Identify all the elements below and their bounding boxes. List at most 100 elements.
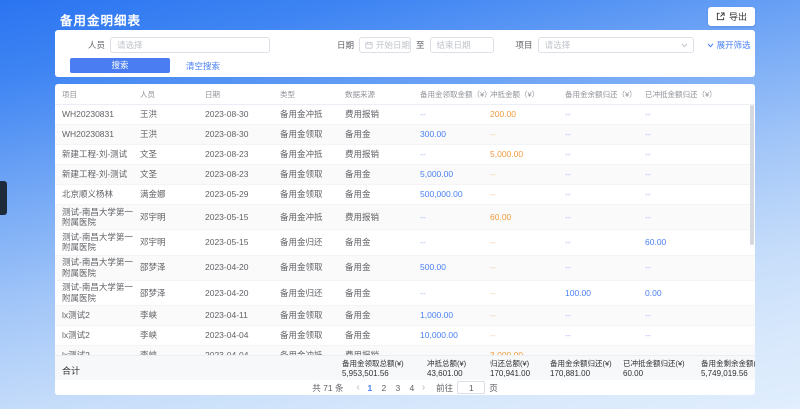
page-number-4[interactable]: 4 xyxy=(405,383,419,393)
cell-project: 测试-南昌大学第一附属医院 xyxy=(62,281,140,305)
cell-amount: -- xyxy=(420,236,490,250)
date-end-input[interactable]: 结束日期 xyxy=(430,37,494,53)
summary-item: 冲抵总额(¥)43,601.00 xyxy=(427,359,490,379)
project-label: 项目 xyxy=(516,39,533,51)
chevron-down-icon xyxy=(681,43,688,48)
cell-offset: -- xyxy=(490,128,565,142)
cell-date: 2023-08-30 xyxy=(205,128,280,142)
cell-offset_return: -- xyxy=(645,210,755,224)
table-row: lx测试2李峡2023-04-04备用金领取备用金10,000.00------ xyxy=(55,326,755,346)
cell-amount: -- xyxy=(420,148,490,162)
cell-source: 费用报销 xyxy=(345,210,420,224)
cell-balance_return: -- xyxy=(565,128,645,142)
cell-type: 备用金领取 xyxy=(280,188,345,202)
expand-filter-link[interactable]: 展开筛选 xyxy=(707,39,751,51)
cell-type: 备用金归还 xyxy=(280,286,345,300)
table-header-row: 项目人员日期类型数据来源备用金领取金额（¥）冲抵金额（¥）备用金余额归还（¥）已… xyxy=(55,84,755,105)
cell-source: 备用金 xyxy=(345,128,420,142)
column-header: 冲抵金额（¥） xyxy=(490,89,565,100)
export-button[interactable]: 导出 xyxy=(708,7,755,26)
cell-offset_return: -- xyxy=(645,108,755,122)
table-row: WH20230831王洪2023-08-30备用金冲抵费用报销--200.00-… xyxy=(55,105,755,125)
cell-amount: 500,000.00 xyxy=(420,188,490,202)
reserve-fund-table-card: 项目人员日期类型数据来源备用金领取金额（¥）冲抵金额（¥）备用金余额归还（¥）已… xyxy=(55,84,755,395)
pagination-total: 共 71 条 xyxy=(312,382,343,394)
summary-item: 备用金领取总额(¥)5,953,501.56 xyxy=(342,359,427,379)
cell-source: 备用金 xyxy=(345,329,420,343)
cell-person: 文圣 xyxy=(140,168,205,182)
date-start-input[interactable]: 开始日期 xyxy=(359,37,411,53)
cell-offset_return: -- xyxy=(645,188,755,202)
person-select-placeholder: 请选择 xyxy=(111,39,143,51)
cell-project: 北京顺义杨林 xyxy=(62,188,140,202)
cell-type: 备用金冲抵 xyxy=(280,148,345,162)
column-header: 人员 xyxy=(140,89,205,100)
search-button[interactable]: 搜索 xyxy=(70,58,170,73)
next-page-button[interactable]: › xyxy=(422,383,425,393)
cell-type: 备用金领取 xyxy=(280,168,345,182)
page-unit-label: 页 xyxy=(489,382,498,394)
clear-search-link[interactable]: 清空搜索 xyxy=(186,60,220,72)
date-start-placeholder: 开始日期 xyxy=(373,39,410,51)
cell-type: 备用金冲抵 xyxy=(280,108,345,122)
cell-person: 满金娜 xyxy=(140,188,205,202)
column-header: 项目 xyxy=(62,89,140,100)
cell-type: 备用金领取 xyxy=(280,261,345,275)
cell-offset: 60.00 xyxy=(490,210,565,224)
date-label: 日期 xyxy=(337,39,354,51)
date-end-placeholder: 结束日期 xyxy=(431,39,471,51)
table-scrollbar[interactable] xyxy=(750,105,754,355)
cell-offset_return: -- xyxy=(645,261,755,275)
page-number-1[interactable]: 1 xyxy=(363,383,377,393)
summary-total-label: 合计 xyxy=(62,364,80,377)
cell-project: WH20230831 xyxy=(62,128,140,142)
project-select-placeholder: 请选择 xyxy=(539,39,571,51)
cell-balance_return: 100.00 xyxy=(565,286,645,300)
cell-offset: -- xyxy=(490,329,565,343)
prev-page-button[interactable]: ‹ xyxy=(356,383,359,393)
cell-date: 2023-04-20 xyxy=(205,261,280,275)
person-select[interactable]: 请选择 xyxy=(110,37,270,53)
cell-amount: 10,000.00 xyxy=(420,329,490,343)
person-label: 人员 xyxy=(88,39,105,51)
cell-offset: -- xyxy=(490,168,565,182)
column-header: 备用金余额归还（¥） xyxy=(565,89,645,100)
table-row: 测试-南昌大学第一附属医院邓宇明2023-05-15备用金归还备用金------… xyxy=(55,230,755,255)
cell-balance_return: -- xyxy=(565,188,645,202)
cell-offset_return: -- xyxy=(645,128,755,142)
page-number-3[interactable]: 3 xyxy=(391,383,405,393)
summary-item: 备用金余额归还(¥)170,881.00 xyxy=(550,359,623,379)
cell-date: 2023-08-23 xyxy=(205,168,280,182)
summary-item: 已冲抵金额归还(¥)60.00 xyxy=(623,359,701,379)
column-header: 类型 xyxy=(280,89,345,100)
filter-panel: 人员 请选择 日期 开始日期 至 结束日期 项目 请选择 展开筛选 xyxy=(55,30,755,77)
drawer-handle[interactable] xyxy=(0,181,7,215)
cell-person: 李峡 xyxy=(140,329,205,343)
cell-offset: -- xyxy=(490,261,565,275)
cell-project: 测试-南昌大学第一附属医院 xyxy=(62,205,140,229)
cell-type: 备用金冲抵 xyxy=(280,210,345,224)
table-row: 新建工程-刘-测试文圣2023-08-23备用金冲抵费用报销--5,000.00… xyxy=(55,145,755,165)
cell-date: 2023-04-04 xyxy=(205,329,280,343)
cell-person: 王洪 xyxy=(140,128,205,142)
cell-source: 备用金 xyxy=(345,236,420,250)
table-row: 测试-南昌大学第一附属医院邵梦泽2023-04-20备用金领取备用金500.00… xyxy=(55,256,755,281)
cell-project: WH20230831 xyxy=(62,108,140,122)
cell-balance_return: -- xyxy=(565,108,645,122)
table-row: 测试-南昌大学第一附属医院邵梦泽2023-04-20备用金归还备用金----10… xyxy=(55,281,755,306)
cell-project: 新建工程-刘-测试 xyxy=(62,148,140,162)
table-row: 测试-南昌大学第一附属医院邓宇明2023-05-15备用金冲抵费用报销--60.… xyxy=(55,205,755,230)
cell-source: 备用金 xyxy=(345,261,420,275)
cell-project: lx测试2 xyxy=(62,309,140,323)
goto-page-input[interactable] xyxy=(457,381,485,394)
cell-date: 2023-04-11 xyxy=(205,309,280,323)
cell-offset: 200.00 xyxy=(490,108,565,122)
cell-balance_return: -- xyxy=(565,210,645,224)
page-number-2[interactable]: 2 xyxy=(377,383,391,393)
summary-item: 归还总额(¥)170,941.00 xyxy=(490,359,550,379)
cell-project: 新建工程-刘-测试 xyxy=(62,168,140,182)
cell-date: 2023-04-20 xyxy=(205,286,280,300)
project-select[interactable]: 请选择 xyxy=(538,37,694,53)
scrollbar-thumb[interactable] xyxy=(750,105,754,245)
cell-offset: -- xyxy=(490,188,565,202)
